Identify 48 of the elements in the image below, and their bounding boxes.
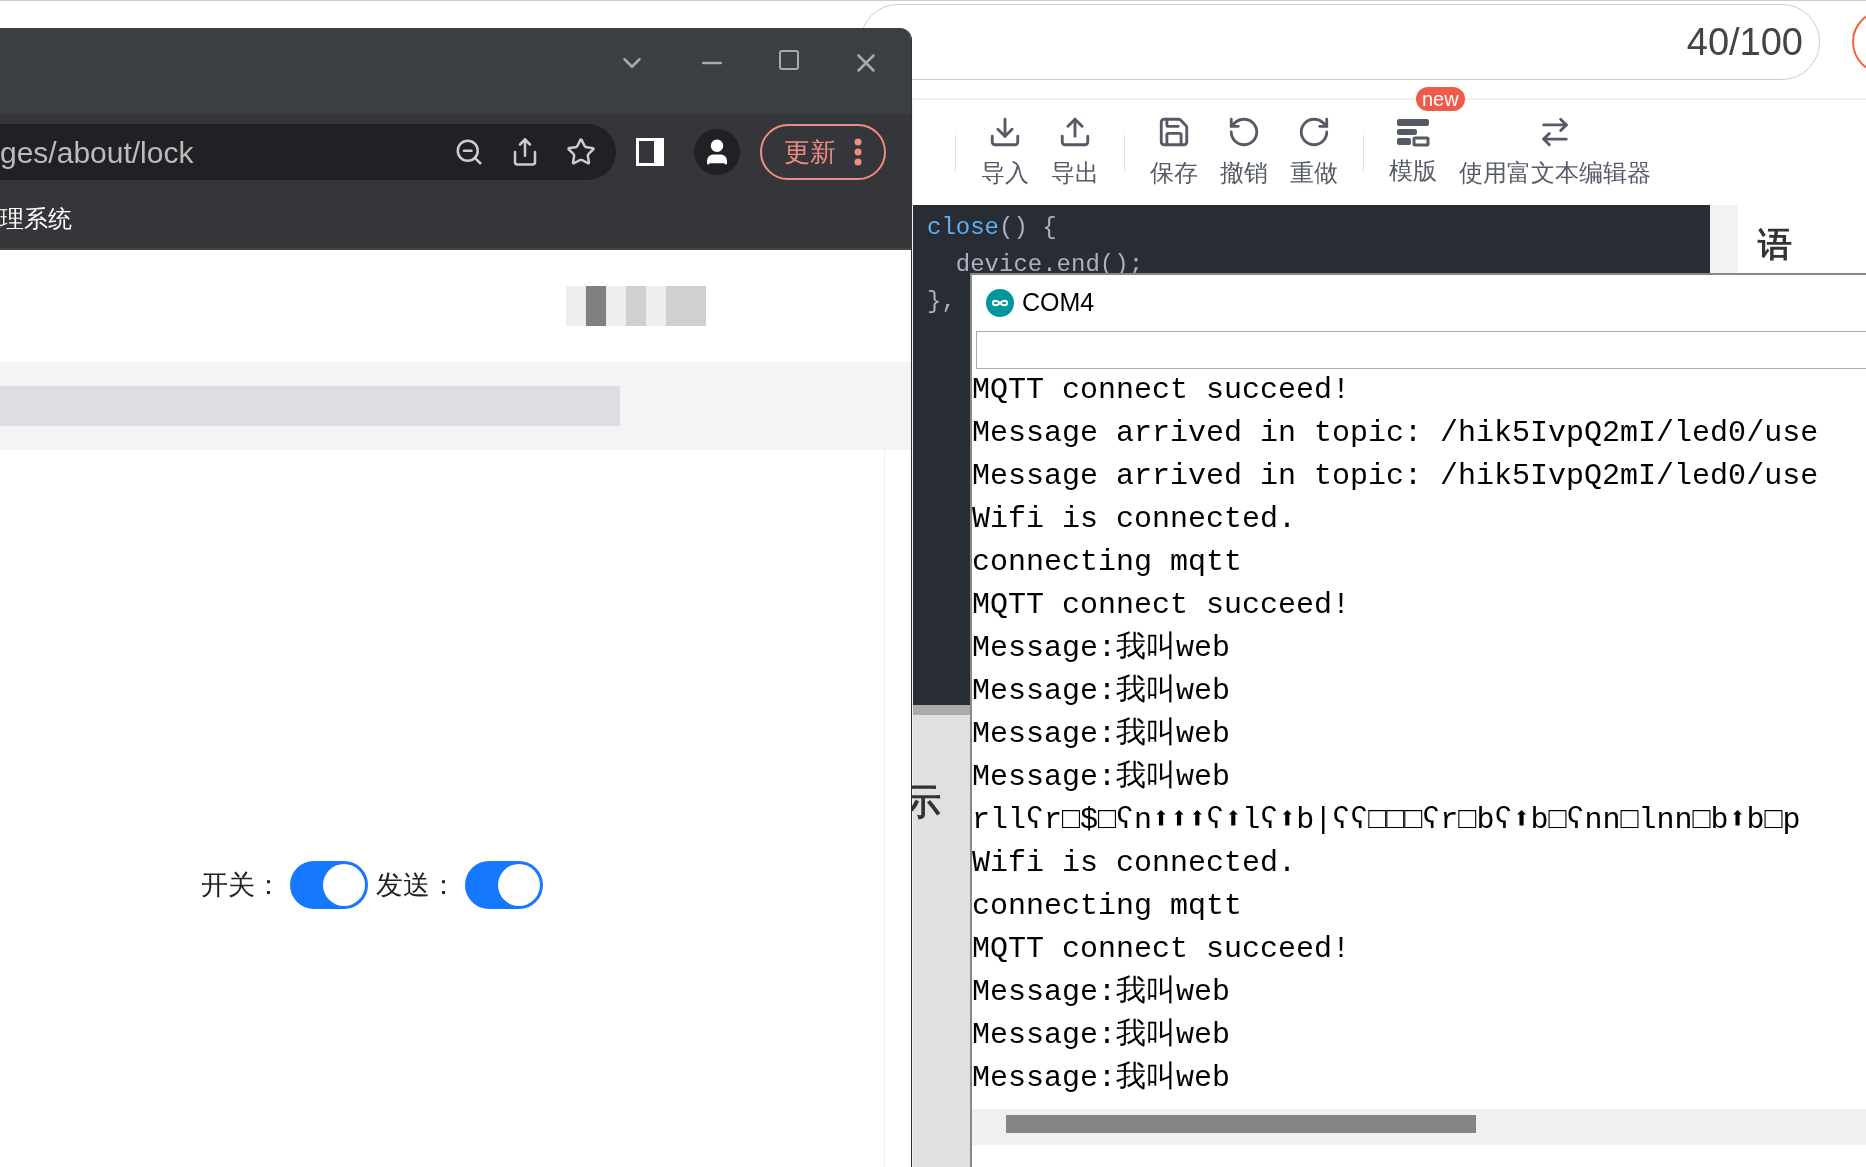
bookmark-star-icon[interactable] bbox=[566, 137, 596, 167]
template-icon bbox=[1396, 116, 1430, 147]
serial-output-line: connecting mqtt bbox=[972, 544, 1244, 581]
switch-label: 开关： bbox=[201, 868, 282, 902]
url-text: ges/about/lock bbox=[0, 134, 195, 171]
character-count: 40/100 bbox=[1686, 19, 1803, 65]
serial-output-line: MQTT connect succeed! bbox=[972, 372, 1352, 409]
toolbar-button[interactable]: 导入 bbox=[970, 114, 1040, 191]
serial-output-line: connecting mqtt bbox=[972, 888, 1244, 925]
serial-output-line: Message:我叫web bbox=[972, 716, 1232, 753]
toolbar-button[interactable]: 重做 bbox=[1279, 114, 1349, 191]
address-bar[interactable]: ges/about/lock bbox=[0, 124, 616, 180]
profile-avatar[interactable] bbox=[694, 129, 740, 175]
serial-output-line: Message arrived in topic: /hik5IvpQ2mI/led0/use bbox=[972, 458, 1820, 495]
scrollbar-thumb[interactable] bbox=[1006, 1115, 1476, 1133]
maximize-icon[interactable] bbox=[777, 48, 801, 72]
serial-output-line: Message:我叫web bbox=[972, 1017, 1232, 1054]
toolbar-button[interactable]: 撤销 bbox=[1209, 114, 1279, 191]
code-line: device.end(); bbox=[954, 251, 1144, 278]
serial-output-line: Message arrived in topic: /hik5IvpQ2mI/led0/use bbox=[972, 415, 1820, 452]
toolbar-button[interactable]: 保存 bbox=[1139, 114, 1209, 191]
serial-output-line: Message:我叫web bbox=[972, 673, 1232, 710]
panel-heading: 语 bbox=[1758, 225, 1792, 263]
serial-output-line: MQTT connect succeed! bbox=[972, 931, 1352, 968]
serial-output-line: Message:我叫web bbox=[972, 630, 1232, 667]
update-button[interactable]: 更新 bbox=[760, 124, 886, 180]
serial-output-line: Wifi is connected. bbox=[972, 501, 1298, 538]
serial-output-line: Message:我叫web bbox=[972, 974, 1232, 1011]
code-line: }, bbox=[927, 288, 956, 315]
zoom-out-icon[interactable] bbox=[454, 137, 484, 167]
bookmark-item[interactable]: 理系统 bbox=[0, 201, 72, 237]
code-line: close() { bbox=[927, 214, 1057, 241]
serial-output-line: MQTT connect succeed! bbox=[972, 587, 1352, 624]
serial-output-line: Wifi is connected. bbox=[972, 845, 1298, 882]
toolbar-button[interactable]: 模版 bbox=[1378, 116, 1448, 189]
side-panel-icon[interactable] bbox=[636, 138, 664, 166]
send-input-field[interactable] bbox=[976, 331, 1866, 369]
switch-label: 发送： bbox=[376, 868, 457, 902]
window-title: COM4 bbox=[1022, 287, 1095, 319]
more-icon bbox=[854, 138, 862, 166]
toolbar-button[interactable]: 使用富文本编辑器 bbox=[1448, 114, 1662, 191]
toggle-switch[interactable] bbox=[465, 861, 543, 909]
serial-output-line: Message:我叫web bbox=[972, 759, 1232, 796]
toolbar-button[interactable]: 导出 bbox=[1040, 114, 1110, 191]
serial-output-line: rllʕr□$□ʕn⬆⬆⬆ʕ⬆lʕ⬆b|ʕʕ□□□ʕr□bʕ⬆b□ʕnn□lnn□b⬆b□p bbox=[972, 802, 1802, 839]
toggle-switch[interactable] bbox=[290, 861, 368, 909]
serial-output-line: Message:我叫web bbox=[972, 1060, 1232, 1097]
infinity-logo-icon bbox=[986, 289, 1014, 317]
